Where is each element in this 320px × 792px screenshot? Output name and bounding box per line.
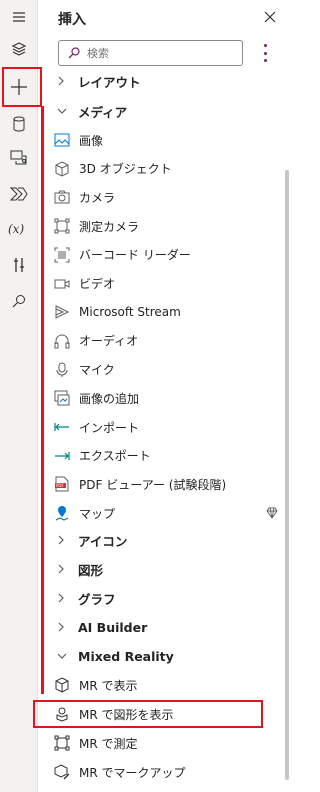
- list-item[interactable]: 画像の追加: [38, 385, 283, 411]
- pdf-icon: PDF: [54, 476, 70, 492]
- category-collapsed[interactable]: 図形: [38, 556, 283, 582]
- list-item[interactable]: MR でマークアップ: [38, 759, 283, 785]
- list-item-label: MR で表示: [79, 678, 138, 693]
- export-icon: [54, 448, 70, 464]
- list-item-label: オーディオ: [79, 334, 139, 349]
- list-item-label: マップ: [79, 506, 116, 521]
- category-collapsed[interactable]: グラフ: [38, 585, 283, 611]
- camera-icon: [54, 189, 70, 205]
- category-media[interactable]: メディア: [38, 98, 283, 124]
- barcode-icon: [54, 247, 70, 263]
- list-item[interactable]: カメラ: [38, 184, 283, 210]
- list-item-label: マイク: [79, 363, 115, 378]
- power-automate-icon[interactable]: [0, 180, 37, 208]
- list-item[interactable]: 画像: [38, 127, 283, 153]
- chevron-right-icon: [57, 593, 67, 603]
- add-image-icon: [54, 390, 70, 406]
- insert-panel: 挿入 レイアウトメディア画像 3D オブジェクトカメラ測定カメラバーコード リーダ…: [38, 0, 291, 792]
- category-label: メディア: [78, 104, 128, 120]
- list-item-label: 画像の追加: [79, 391, 140, 406]
- category-mixed-reality[interactable]: Mixed Reality: [38, 643, 283, 669]
- category-label: アイコン: [78, 533, 128, 549]
- chevron-right-icon: [57, 535, 67, 545]
- cube-icon: [54, 161, 70, 177]
- chevron-down-icon: [57, 107, 67, 115]
- list-item[interactable]: PDF PDF ビューアー (試験段階): [38, 471, 283, 497]
- list-item[interactable]: マップ: [38, 500, 283, 526]
- search-box[interactable]: [58, 40, 243, 66]
- tools-icon[interactable]: [0, 251, 37, 279]
- search-icon: [68, 47, 80, 59]
- chevron-down-icon: [57, 652, 67, 660]
- panel-title: 挿入: [58, 12, 86, 28]
- list-item-label: ビデオ: [79, 277, 116, 291]
- category-label: Mixed Reality: [78, 648, 174, 664]
- import-icon: [54, 419, 70, 435]
- svg-text:PDF: PDF: [56, 483, 64, 488]
- list-item-label: インポート: [79, 420, 140, 435]
- media-icon[interactable]: [0, 143, 37, 171]
- list-item[interactable]: Microsoft Stream: [38, 299, 283, 325]
- more-options-icon[interactable]: [260, 44, 270, 62]
- svg-text:(x): (x): [8, 222, 24, 236]
- category-collapsed[interactable]: AI Builder: [38, 614, 283, 640]
- left-rail: (x): [0, 0, 38, 792]
- list-item[interactable]: 測定カメラ: [38, 213, 283, 239]
- chevron-right-icon: [57, 76, 67, 86]
- list-item[interactable]: 3D オブジェクト: [38, 156, 283, 182]
- variables-icon[interactable]: (x): [0, 215, 37, 243]
- mr-shape-highlight-box: [33, 700, 263, 728]
- headphones-icon: [54, 333, 70, 349]
- mr-view-icon: [54, 677, 70, 693]
- mr-measure-icon: [54, 735, 70, 751]
- insert-list: レイアウトメディア画像 3D オブジェクト カメラ測定カメラバーコード リーダー ビデ…: [38, 72, 291, 792]
- category-layout[interactable]: レイアウト: [38, 72, 283, 94]
- scrollbar[interactable]: [285, 170, 289, 780]
- list-item-label: カメラ: [79, 190, 116, 205]
- chevron-right-icon: [57, 622, 67, 632]
- mr-markup-icon: [54, 764, 70, 780]
- category-label: グラフ: [78, 591, 116, 607]
- list-item-label: バーコード リーダー: [79, 248, 191, 263]
- category-collapsed[interactable]: アイコン: [38, 527, 283, 553]
- list-item-label: MR で測定: [79, 736, 138, 751]
- list-item[interactable]: オーディオ: [38, 328, 283, 354]
- list-item[interactable]: マイク: [38, 357, 283, 383]
- list-item-label: Microsoft Stream: [79, 305, 181, 320]
- category-label: レイアウト: [78, 74, 141, 90]
- list-item-label: 画像: [79, 133, 104, 148]
- list-item[interactable]: インポート: [38, 414, 283, 440]
- image-icon: [54, 132, 70, 148]
- layers-icon[interactable]: [0, 35, 37, 63]
- premium-diamond-icon: [266, 507, 278, 519]
- list-item-label: 測定カメラ: [79, 219, 140, 234]
- list-item-label: 3D オブジェクト: [79, 162, 172, 177]
- list-item[interactable]: エクスポート: [38, 443, 283, 469]
- video-icon: [54, 276, 70, 292]
- list-item-label: PDF ビューアー (試験段階): [79, 477, 227, 492]
- stream-icon: [54, 304, 70, 320]
- hamburger-icon[interactable]: [0, 3, 37, 31]
- map-icon: [54, 505, 70, 521]
- close-icon[interactable]: [260, 7, 280, 27]
- list-item[interactable]: バーコード リーダー: [38, 242, 283, 268]
- database-icon[interactable]: [0, 110, 37, 138]
- list-item[interactable]: ビデオ: [38, 271, 283, 297]
- plus-highlight-box: [2, 67, 42, 107]
- chevron-right-icon: [57, 564, 67, 574]
- microphone-icon: [54, 362, 70, 378]
- list-item-label: エクスポート: [79, 449, 151, 464]
- list-item-label: MR でマークアップ: [79, 765, 186, 780]
- list-item[interactable]: MR で表示: [38, 672, 283, 698]
- category-label: AI Builder: [78, 619, 148, 635]
- category-label: 図形: [78, 562, 104, 578]
- list-item[interactable]: MR で測定: [38, 730, 283, 756]
- measure-camera-icon: [54, 218, 70, 234]
- search-icon[interactable]: [0, 287, 37, 315]
- search-input[interactable]: [87, 44, 237, 62]
